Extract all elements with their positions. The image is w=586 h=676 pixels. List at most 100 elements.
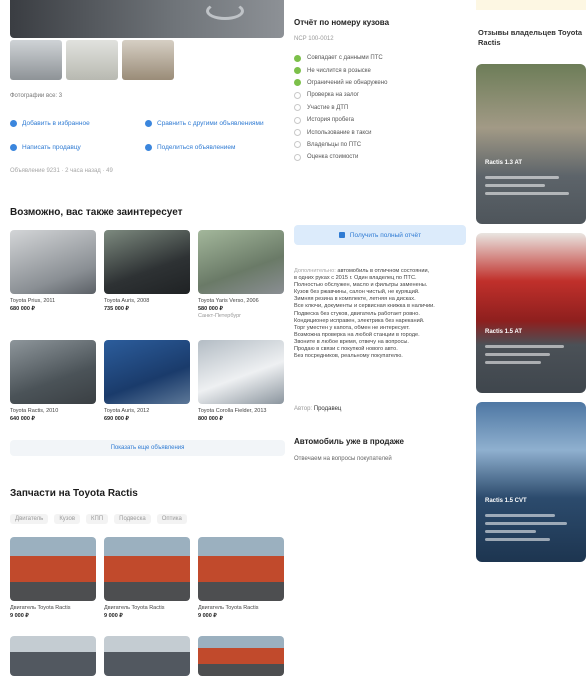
add-to-favorites-link[interactable]: Добавить в избранное (10, 120, 90, 127)
report-item: Проверка на залог (294, 89, 468, 101)
description-line: Без посредников, реальному покупателю. (294, 353, 403, 360)
car-photo (198, 340, 284, 404)
part-card[interactable] (198, 636, 284, 676)
main-photo[interactable] (10, 0, 284, 38)
photos-count[interactable]: Фотографии все: 3 (10, 93, 62, 99)
part-price: 9 000 ₽ (10, 613, 29, 619)
wheel-shape (206, 2, 244, 20)
thumbnail-3[interactable] (122, 40, 174, 80)
part-name: Двигатель Toyota Ractis (198, 605, 259, 611)
photo-thumbnails (10, 40, 174, 80)
part-card[interactable]: Двигатель Toyota Ractis 9 000 ₽ (10, 537, 96, 619)
report-item-label: Использование в такси (307, 129, 372, 136)
contact-seller-link[interactable]: Написать продавцу (10, 144, 81, 151)
compare-label: Сравнить с другими объявлениями (157, 120, 264, 127)
similar-card[interactable]: Toyota Prius, 2011 680 000 ₽ (10, 230, 96, 312)
thumbnail-2[interactable] (66, 40, 118, 80)
report-item-label: История пробега (307, 117, 354, 124)
share-link[interactable]: Поделиться объявлением (145, 144, 235, 151)
body-number-report: Отчёт по номеру кузова NCP 100-0012 Совп… (294, 18, 468, 164)
user-icon (10, 144, 17, 151)
part-photo (198, 636, 284, 676)
circle-icon (294, 153, 301, 161)
description-line: Подвеска без стуков, двигатель работает … (294, 310, 420, 317)
report-item: Не числится в розыске (294, 64, 468, 76)
car-name: Toyota Corolla Fielder, 2013 (198, 408, 267, 414)
part-photo (10, 537, 96, 601)
seller-description: Дополнительно: автомобиль в отличном сос… (294, 268, 466, 360)
report-item-label: Не числится в розыске (307, 67, 371, 74)
full-report-label: Получить полный отчёт (349, 231, 422, 239)
review-card[interactable]: Ractis 1.5 CVT (476, 402, 586, 562)
car-photo (104, 230, 190, 294)
share-icon (145, 144, 152, 151)
report-checklist: Совпадает с данными ПТС Не числится в ро… (294, 52, 468, 164)
part-card[interactable]: Двигатель Toyota Ractis 9 000 ₽ (104, 537, 190, 619)
part-card[interactable]: Двигатель Toyota Ractis 9 000 ₽ (198, 537, 284, 619)
share-label: Поделиться объявлением (157, 144, 236, 151)
parts-categories: Двигатель Кузов КПП Подвеска Оптика (10, 514, 187, 524)
lock-icon (338, 232, 345, 238)
review-text-lines (485, 345, 578, 369)
qa-subtitle: Отвечаем на вопросы покупателей (294, 456, 392, 462)
description-label: Дополнительно: (294, 268, 336, 274)
review-label: Ractis 1.5 CVT (485, 498, 527, 504)
description-line: Торг уместен у капота, обмен не интересу… (294, 324, 410, 331)
car-photo (198, 230, 284, 294)
review-label: Ractis 1.3 AT (485, 160, 523, 166)
circle-icon (294, 129, 301, 137)
compare-icon (145, 120, 152, 127)
similar-card[interactable]: Toyota Ractis, 2010 640 000 ₽ (10, 340, 96, 422)
author-name[interactable]: Продавец (314, 406, 342, 412)
report-item: Использование в такси (294, 126, 468, 138)
qa-title: Автомобиль уже в продаже (294, 437, 404, 446)
report-item: История пробега (294, 114, 468, 126)
parts-chip[interactable]: Подвеска (114, 514, 151, 524)
description-line: Звоните в любое время, отвечу на вопросы… (294, 338, 409, 345)
description-line: Дополнительно: автомобиль в отличном сос… (294, 268, 466, 275)
parts-chip[interactable]: Оптика (156, 514, 187, 524)
part-photo (104, 636, 190, 676)
description-line: Возможна проверка на любой станции в гор… (294, 331, 420, 338)
parts-chip[interactable]: Двигатель (10, 514, 49, 524)
part-photo (10, 636, 96, 676)
car-name: Toyota Prius, 2011 (10, 298, 56, 304)
car-price: 640 000 ₽ (10, 416, 35, 422)
report-item: Совпадает с данными ПТС (294, 52, 468, 64)
review-card[interactable]: Ractis 1.5 AT (476, 233, 586, 393)
description-line: Зимняя резина в комплекте, летняя на дис… (294, 296, 416, 303)
car-name: Toyota Ractis, 2010 (10, 408, 59, 414)
description-line: Кондиционер исправен, электрика без наре… (294, 317, 425, 324)
report-item-label: Владельцы по ПТС (307, 141, 362, 148)
report-item: Оценка стоимости (294, 151, 468, 163)
part-card[interactable] (10, 636, 96, 676)
circle-icon (294, 91, 301, 99)
circle-icon (294, 116, 301, 124)
contact-label: Написать продавцу (22, 144, 81, 151)
report-item-label: Оценка стоимости (307, 154, 359, 161)
compare-link[interactable]: Сравнить с другими объявлениями (145, 120, 264, 127)
part-name: Двигатель Toyota Ractis (10, 605, 71, 611)
parts-chip[interactable]: КПП (86, 514, 109, 524)
review-text-lines (485, 176, 578, 200)
similar-card[interactable]: Toyota Corolla Fielder, 2013 800 000 ₽ (198, 340, 284, 422)
car-name: Toyota Yaris Verso, 2006 (198, 298, 259, 304)
parts-chip[interactable]: Кузов (54, 514, 81, 524)
thumbnail-1[interactable] (10, 40, 62, 80)
show-more-button[interactable]: Показать еще объявления (10, 440, 285, 456)
sidebar-banner (476, 0, 586, 10)
car-photo (104, 340, 190, 404)
part-card[interactable] (104, 636, 190, 676)
car-photo (10, 230, 96, 294)
similar-card[interactable]: Toyota Auris, 2012 690 000 ₽ (104, 340, 190, 422)
report-item-label: Совпадает с данными ПТС (307, 55, 383, 62)
report-item-label: Ограничений не обнаружено (307, 79, 388, 86)
similar-card[interactable]: Toyota Auris, 2008 735 000 ₽ (104, 230, 190, 312)
full-report-button[interactable]: Получить полный отчёт (294, 225, 466, 245)
review-card[interactable]: Ractis 1.3 AT (476, 64, 586, 224)
part-name: Двигатель Toyota Ractis (104, 605, 165, 611)
review-label: Ractis 1.5 AT (485, 329, 523, 335)
part-photo (104, 537, 190, 601)
report-item-label: Проверка на залог (307, 92, 360, 99)
similar-card[interactable]: Toyota Yaris Verso, 2006 580 000 ₽ Санкт… (198, 230, 284, 319)
